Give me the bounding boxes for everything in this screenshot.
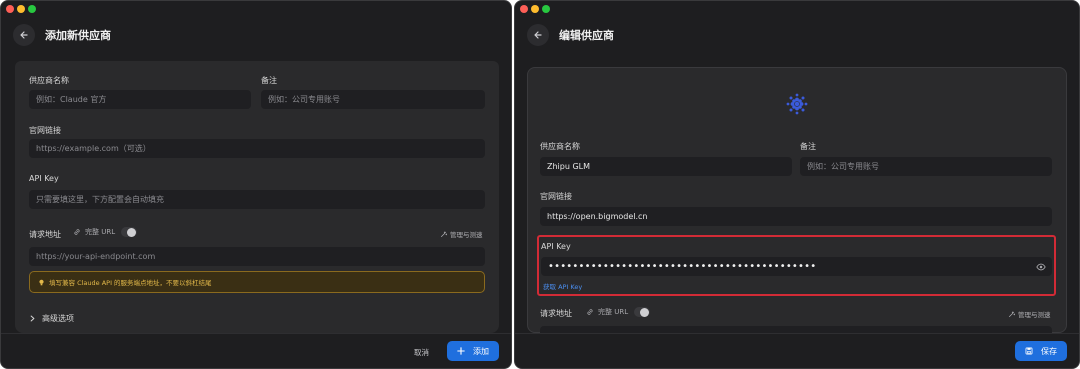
add-provider-window: 添加新供应商 供应商名称 例如：Claude 官方 备注 例如：公司专用账号 官… — [0, 0, 512, 369]
save-button-label: 保存 — [1041, 346, 1057, 356]
provider-name-input[interactable]: Zhipu GLM — [540, 157, 792, 176]
full-url-toggle[interactable] — [634, 307, 651, 317]
website-input[interactable]: https://open.bigmodel.cn — [540, 207, 1052, 226]
close-window-button[interactable] — [6, 5, 14, 13]
manage-speedtest-label: 管理与测速 — [1018, 311, 1051, 319]
page-header: 编辑供应商 — [527, 23, 614, 47]
endpoint-hint: 填写兼容 Claude API 的服务端点地址，不要以斜杠结尾 — [29, 271, 485, 293]
back-arrow-icon — [534, 31, 542, 39]
endpoint-hint-text: 填写兼容 Claude API 的服务端点地址，不要以斜杠结尾 — [49, 279, 212, 287]
title-bar — [515, 1, 1079, 17]
link-icon — [74, 229, 80, 235]
full-url-label: 完整 URL — [598, 308, 629, 316]
manage-speedtest-button[interactable]: 管理与测速 — [440, 229, 483, 239]
plus-icon — [457, 347, 465, 355]
get-api-key-link[interactable]: 获取 API Key — [543, 281, 582, 291]
full-url-label: 完整 URL — [85, 228, 116, 236]
provider-name-input[interactable]: 例如：Claude 官方 — [29, 90, 251, 109]
toggle-knob — [127, 227, 137, 237]
endpoint-label: 请求地址 — [540, 309, 572, 318]
back-button[interactable] — [527, 24, 549, 46]
note-label: 备注 — [261, 76, 277, 85]
save-icon — [1025, 347, 1033, 355]
eye-icon[interactable] — [1036, 262, 1046, 272]
add-button-label: 添加 — [473, 346, 489, 356]
advanced-options-label: 高级选项 — [42, 314, 74, 323]
manage-speedtest-button[interactable]: 管理与测速 — [1008, 309, 1051, 319]
page-title: 编辑供应商 — [559, 29, 614, 42]
manage-speedtest-label: 管理与测速 — [450, 231, 483, 239]
website-input[interactable]: https://example.com（可选） — [29, 139, 485, 158]
note-input[interactable]: 例如：公司专用账号 — [800, 157, 1052, 176]
api-key-label: API Key — [29, 174, 59, 183]
add-button[interactable]: 添加 — [447, 341, 499, 361]
website-label: 官网链接 — [540, 192, 572, 201]
wand-icon — [441, 230, 447, 237]
note-input[interactable]: 例如：公司专用账号 — [261, 90, 485, 109]
form-panel: 供应商名称 Zhipu GLM 备注 例如：公司专用账号 官网链接 https:… — [527, 67, 1067, 334]
chevron-right-icon — [30, 315, 35, 322]
cancel-button[interactable]: 取消 — [414, 347, 429, 358]
page-header: 添加新供应商 — [13, 23, 111, 47]
wand-icon — [1009, 310, 1015, 317]
api-key-masked-value: ••••••••••••••••••••••••••••••••••••••••… — [548, 261, 817, 272]
full-url-toggle[interactable] — [121, 227, 138, 237]
provider-name-label: 供应商名称 — [29, 76, 69, 85]
edit-provider-window: 编辑供应商 供应商名称 Zhipu GLM 备注 例如：公司专用账号 官网链接 … — [514, 0, 1080, 369]
api-key-label: API Key — [541, 242, 571, 251]
full-url-toggle-group: 完整 URL — [586, 307, 651, 317]
api-key-input[interactable]: ••••••••••••••••••••••••••••••••••••••••… — [541, 257, 1052, 276]
note-label: 备注 — [800, 142, 816, 151]
close-window-button[interactable] — [520, 5, 528, 13]
back-button[interactable] — [13, 24, 35, 46]
form-panel: 供应商名称 例如：Claude 官方 备注 例如：公司专用账号 官网链接 htt… — [15, 61, 499, 333]
back-arrow-icon — [20, 31, 28, 39]
toggle-knob — [640, 307, 650, 317]
save-button[interactable]: 保存 — [1015, 341, 1067, 361]
title-bar — [1, 1, 511, 17]
full-url-toggle-group: 完整 URL — [73, 227, 138, 237]
lightbulb-icon — [39, 279, 44, 285]
minimize-window-button[interactable] — [17, 5, 25, 13]
api-key-input[interactable]: 只需要填这里，下方配置会自动填充 — [29, 190, 485, 209]
provider-logo-icon — [786, 93, 808, 115]
footer-divider — [515, 333, 1079, 334]
website-label: 官网链接 — [29, 126, 61, 135]
maximize-window-button[interactable] — [542, 5, 550, 13]
link-icon — [587, 309, 593, 315]
maximize-window-button[interactable] — [28, 5, 36, 13]
footer-divider — [1, 333, 511, 334]
advanced-options-toggle[interactable]: 高级选项 — [29, 313, 74, 324]
minimize-window-button[interactable] — [531, 5, 539, 13]
endpoint-label: 请求地址 — [29, 230, 61, 239]
provider-name-label: 供应商名称 — [540, 142, 580, 151]
endpoint-input[interactable]: https://your-api-endpoint.com — [29, 247, 485, 266]
page-title: 添加新供应商 — [45, 29, 111, 42]
